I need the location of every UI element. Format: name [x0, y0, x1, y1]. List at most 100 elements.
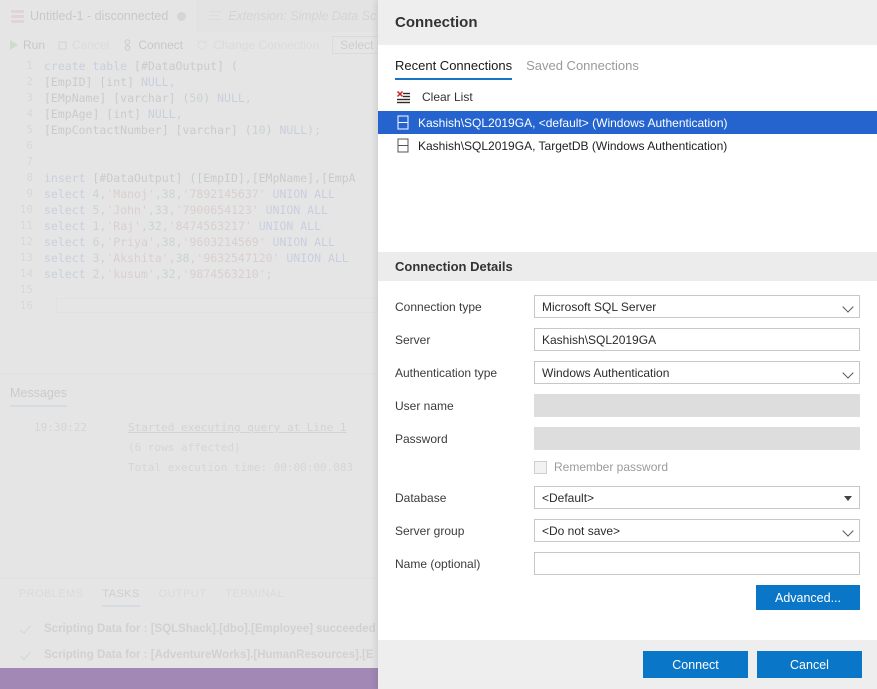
dirty-indicator-icon[interactable]	[177, 12, 186, 21]
cancel-button: Cancel	[58, 38, 109, 52]
code-text: [EmpAge] [int] NULL,	[44, 106, 183, 122]
select-database[interactable]: <Default>	[534, 486, 860, 509]
run-button[interactable]: Run	[10, 38, 45, 52]
field-row-user-name: User name	[395, 394, 860, 417]
messages-tab[interactable]: Messages	[10, 386, 67, 407]
code-text: select 1,'Raj',32,'8474563217' UNION ALL	[44, 218, 321, 234]
bottom-panel: PROBLEMS TASKS OUTPUT TERMINAL Scripting Da…	[0, 578, 378, 678]
clear-list-button[interactable]: Clear List	[378, 80, 877, 111]
remember-password-checkbox[interactable]	[534, 461, 547, 474]
field-label-authentication-type: Authentication type	[395, 366, 534, 380]
field-label-server: Server	[395, 333, 534, 347]
messages-panel: Messages 19:30:22Started executing query…	[0, 373, 378, 578]
editor-tab-untitled-1[interactable]: Untitled-1 - disconnected	[0, 0, 198, 32]
input-name-optional[interactable]	[534, 552, 860, 575]
code-line: 8insert [#DataOutput] ([EmpID],[EMpName]…	[0, 170, 378, 186]
code-text: select 4,'Manoj',38,'7892145637' UNION A…	[44, 186, 335, 202]
message-time	[0, 438, 128, 458]
task-row[interactable]: Scripting Data for : [SQLShack].[dbo].[E…	[0, 616, 378, 642]
field-control-authentication-type: Windows Authentication	[534, 361, 860, 384]
connect-dialog-button[interactable]: Connect	[643, 651, 748, 678]
run-label: Run	[23, 38, 45, 52]
field-control-user-name	[534, 394, 860, 417]
line-number: 6	[0, 138, 44, 154]
input-server[interactable]: Kashish\SQL2019GA	[534, 328, 860, 351]
code-text: select 2,'kusum',32,'9874563210';	[44, 266, 273, 282]
bottom-tab-tasks[interactable]: TASKS	[102, 588, 139, 607]
message-link[interactable]: Started executing query at Line 1	[128, 418, 347, 438]
message-row: (6 rows affected)	[0, 438, 378, 458]
message-text: Total execution time: 00:00:00.083	[128, 458, 353, 478]
code-text: create table [#DataOutput] (	[44, 58, 238, 74]
field-label-user-name: User name	[395, 399, 534, 413]
code-text: select 5,'John',33,'7900654123' UNION AL…	[44, 202, 328, 218]
editor-tab-extension[interactable]: Extension: Simple Data Sc	[198, 0, 378, 32]
line-number: 16	[0, 298, 44, 314]
field-row-name-optional: Name (optional)	[395, 552, 860, 575]
bottom-tab-terminal[interactable]: TERMINAL	[225, 588, 284, 607]
connection-item-label: Kashish\SQL2019GA, <default> (Windows Au…	[418, 116, 728, 130]
connection-dialog: Connection Recent ConnectionsSaved Conne…	[378, 0, 877, 689]
line-number: 4	[0, 106, 44, 122]
code-line: 3[EMpName] [varchar] (50) NULL,	[0, 90, 378, 106]
bottom-tab-output[interactable]: OUTPUT	[159, 588, 207, 607]
sql-code-editor[interactable]: 1create table [#DataOutput] (2[EmpID] [i…	[0, 58, 378, 373]
dialog-body: Recent Connections Saved Connections Clea…	[378, 45, 877, 640]
select-server-group[interactable]: <Do not save>	[534, 519, 860, 542]
code-text: select 6,'Priya',38,'9603214569' UNION A…	[44, 234, 335, 250]
line-number: 7	[0, 154, 44, 170]
code-line: 2[EmpID] [int] NULL,	[0, 74, 378, 90]
line-number: 8	[0, 170, 44, 186]
line-number: 1	[0, 58, 44, 74]
select-authentication-type[interactable]: Windows Authentication	[534, 361, 860, 384]
editor-tab-label: Extension: Simple Data Sc	[228, 9, 376, 23]
status-bar[interactable]	[0, 668, 378, 689]
line-number: 2	[0, 74, 44, 90]
current-line-highlight	[56, 298, 378, 313]
input-password	[534, 427, 860, 450]
code-line: 14select 2,'kusum',32,'9874563210';	[0, 266, 378, 282]
task-row[interactable]: Scripting Data for : [AdventureWorks].[H…	[0, 642, 378, 668]
code-text: insert [#DataOutput] ([EmpID],[EMpName],…	[44, 170, 356, 186]
connect-button[interactable]: Connect	[122, 38, 183, 52]
stop-icon	[58, 41, 67, 50]
field-control-password	[534, 427, 860, 450]
select-database-dropdown[interactable]: Select Datab	[332, 36, 378, 54]
task-label: Scripting Data for : [SQLShack].[dbo].[E…	[44, 623, 376, 635]
clear-list-label: Clear List	[422, 90, 473, 104]
code-text: [EMpName] [varchar] (50) NULL,	[44, 90, 252, 106]
advanced-button[interactable]: Advanced...	[756, 585, 860, 610]
code-line: 4[EmpAge] [int] NULL,	[0, 106, 378, 122]
server-icon	[397, 138, 409, 153]
field-row-connection-type: Connection typeMicrosoft SQL Server	[395, 295, 860, 318]
connection-tab-recent-connections[interactable]: Recent Connections	[395, 58, 512, 80]
connection-list-item[interactable]: Kashish\SQL2019GA, TargetDB (Windows Aut…	[378, 134, 877, 157]
code-line: 15	[0, 282, 378, 298]
advanced-row: Advanced...	[395, 585, 860, 610]
cancel-dialog-button[interactable]: Cancel	[757, 651, 862, 678]
connection-details-header: Connection Details	[378, 252, 877, 281]
connection-tab-saved-connections[interactable]: Saved Connections	[526, 58, 639, 80]
field-label-database: Database	[395, 491, 534, 505]
connection-list-item[interactable]: Kashish\SQL2019GA, <default> (Windows Au…	[378, 111, 877, 134]
code-text: [EmpContactNumber] [varchar] (10) NULL);	[44, 122, 321, 138]
select-connection-type[interactable]: Microsoft SQL Server	[534, 295, 860, 318]
database-icon	[11, 10, 24, 23]
remember-password-row[interactable]: Remember password	[534, 460, 860, 474]
tasks-list: Scripting Data for : [SQLShack].[dbo].[E…	[0, 616, 378, 668]
bottom-tab-problems[interactable]: PROBLEMS	[19, 588, 83, 607]
cancel-label: Cancel	[72, 38, 109, 52]
field-control-server: Kashish\SQL2019GA	[534, 328, 860, 351]
field-label-server-group: Server group	[395, 524, 534, 538]
editor-pane: Untitled-1 - disconnected Extension: Sim…	[0, 0, 378, 689]
message-time	[0, 458, 128, 478]
field-row-server-group: Server group<Do not save>	[395, 519, 860, 542]
input-user-name	[534, 394, 860, 417]
editor-tab-label: Untitled-1 - disconnected	[30, 9, 168, 23]
code-line: 6	[0, 138, 378, 154]
code-line: 1create table [#DataOutput] (	[0, 58, 378, 74]
code-line: 9select 4,'Manoj',38,'7892145637' UNION …	[0, 186, 378, 202]
field-row-password: Password	[395, 427, 860, 450]
line-number: 15	[0, 282, 44, 298]
line-number: 14	[0, 266, 44, 282]
